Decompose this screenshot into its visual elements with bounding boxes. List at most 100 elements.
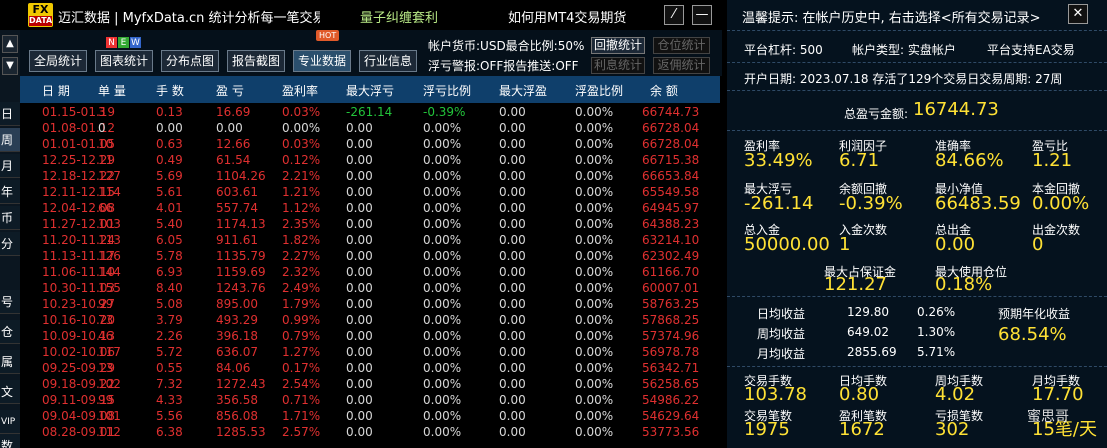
table-row[interactable]: 11.13-11.17 126 5.78 1135.79 2.27% 0.00 0.00% 0… (20, 248, 720, 264)
rebate-stats-button[interactable]: 返佣统计 (653, 57, 710, 74)
tab-week[interactable]: 周 (0, 128, 20, 152)
col-header-date[interactable]: 日 期 (42, 82, 70, 99)
table-cell: 0.00 (346, 345, 373, 359)
drawdown-stats-button[interactable]: 回撤统计 (591, 37, 645, 54)
tip-bar: 温馨提示: 在帐户历史中, 右击选择<所有交易记录> ✕ (727, 0, 1107, 30)
table-cell: 0.00 (499, 105, 526, 119)
tab-day[interactable]: 日 (0, 102, 20, 126)
minimize-button[interactable]: — (692, 5, 712, 25)
table-cell: 3.79 (156, 313, 183, 327)
table-row[interactable]: 12.11-12.15 114 5.61 603.61 1.21% 0.00 0.00% 0.… (20, 184, 720, 200)
table-row[interactable]: 10.16-10.20 73 3.79 493.29 0.99% 0.00 0.00% 0.0… (20, 312, 720, 328)
table-cell: 0.99% (282, 313, 321, 327)
interest-stats-button[interactable]: 利息统计 (591, 57, 645, 74)
tab-month[interactable]: 月 (0, 154, 20, 178)
table-cell: 4.01 (156, 201, 183, 215)
edit-button[interactable]: ⁄ (664, 5, 684, 25)
col-header-float-loss-ratio[interactable]: 浮亏比例 (423, 82, 471, 99)
open-date-info: 开户日期: 2023.07.18 存活了129个交易日交易周期: 27周 (744, 72, 1063, 86)
table-cell: 103 (98, 217, 121, 231)
table-cell: 0.00 (346, 233, 373, 247)
account-currency-info: 帐户货币:USD最合比例:50% (428, 39, 585, 53)
table-row[interactable]: 11.06-11.10 144 6.93 1159.69 2.32% 0.00 0.00% 0… (20, 264, 720, 280)
table-row[interactable]: 10.02-10.06 117 5.72 636.07 1.27% 0.00 0.00% 0.… (20, 344, 720, 360)
table-cell: 0.17% (282, 361, 321, 375)
table-cell: 4.33 (156, 393, 183, 407)
account-summary-panel: 温馨提示: 在帐户历史中, 右击选择<所有交易记录> ✕ 平台杠杆: 500 帐… (727, 0, 1107, 448)
col-header-profit-rate[interactable]: 盈利率 (282, 82, 318, 99)
table-cell: 356.58 (216, 393, 258, 407)
table-row[interactable]: 01.08-01.12 0 0.00 0.00 0.00% 0.00 0.00% 0.00 0.… (20, 120, 720, 136)
tab-currency[interactable]: 币 (0, 206, 20, 230)
table-cell: 2.57% (282, 425, 321, 439)
col-header-max-float-loss[interactable]: 最大浮亏 (346, 82, 394, 99)
tab-text[interactable]: 文 (0, 380, 20, 404)
table-row[interactable]: 09.25-09.29 13 0.55 84.06 0.17% 0.00 0.00% 0.00… (20, 360, 720, 376)
table-row[interactable]: 09.04-09.08 101 5.56 856.08 1.71% 0.00 0.00% 0.… (20, 408, 720, 424)
table-row[interactable]: 10.23-10.27 99 5.08 895.00 1.79% 0.00 0.00% 0.0… (20, 296, 720, 312)
close-button[interactable]: ✕ (1068, 4, 1088, 24)
chart-stats-button[interactable]: 图表统计 (95, 50, 153, 72)
scroll-down-icon[interactable]: ▼ (2, 57, 18, 75)
table-cell: 0.00 (346, 153, 373, 167)
table-cell: 99 (98, 297, 114, 311)
col-header-max-float-profit[interactable]: 最大浮盈 (499, 82, 547, 99)
tab-attribute[interactable]: 属 (0, 350, 20, 374)
table-row[interactable]: 01.01-01.05 10 0.63 12.66 0.03% 0.00 0.00% 0.00… (20, 136, 720, 152)
stat-value: 6.71 (839, 150, 880, 171)
scroll-up-icon[interactable]: ▲ (2, 35, 18, 53)
table-row[interactable]: 12.18-12.22 127 5.69 1104.26 2.21% 0.00 0.00% 0… (20, 168, 720, 184)
col-header-balance[interactable]: 余 额 (650, 82, 678, 99)
table-cell: 6.38 (156, 425, 183, 439)
tab-number[interactable]: 号 (0, 290, 20, 314)
distribution-chart-button[interactable]: 分布点图 (161, 50, 219, 72)
table-cell: 1.71% (282, 409, 321, 423)
report-screenshot-button[interactable]: 报告截图 (227, 50, 285, 72)
table-row[interactable]: 11.27-12.01 103 5.40 1174.13 2.35% 0.00 0.00% 0… (20, 216, 720, 232)
promo-link-mt4-futures[interactable]: 如何用MT4交易期货 (508, 7, 626, 26)
table-cell: 66728.04 (642, 121, 700, 135)
table-cell: 0.00% (423, 121, 462, 135)
table-row[interactable]: 09.11-09.15 99 4.33 356.58 0.71% 0.00 0.00% 0.0… (20, 392, 720, 408)
tab-year[interactable]: 年 (0, 180, 20, 204)
table-cell: 58763.25 (642, 297, 700, 311)
table-cell: 0.00% (423, 265, 462, 279)
table-row[interactable]: 01.15-01.19 3 0.13 16.69 0.03% -261.14 -0.39% 0… (20, 104, 720, 120)
table-row[interactable]: 08.28-09.01 112 6.38 1285.53 2.57% 0.00 0.00% 0… (20, 424, 720, 440)
col-header-orders[interactable]: 单 量 (98, 82, 126, 99)
table-row[interactable]: 12.25-12.29 11 0.49 61.54 0.12% 0.00 0.00% 0.00… (20, 152, 720, 168)
tab-position[interactable]: 仓 (0, 320, 20, 344)
tab-split[interactable]: 分 (0, 232, 20, 256)
col-header-pnl[interactable]: 盈 亏 (216, 82, 244, 99)
table-cell: 0.03% (282, 137, 321, 151)
position-stats-button[interactable]: 仓位统计 (653, 37, 710, 54)
industry-info-button[interactable]: 行业信息 (359, 50, 417, 72)
tab-vip[interactable]: VIP (0, 410, 20, 434)
tab-data[interactable]: 数 (0, 434, 20, 448)
table-row[interactable]: 10.09-10.13 46 2.26 396.18 0.79% 0.00 0.00% 0.0… (20, 328, 720, 344)
table-cell: 0.00% (423, 425, 462, 439)
table-cell: 0.00% (423, 217, 462, 231)
title-bar: FX DATA 迈汇数据 | MyfxData.cn 统计分析每一笔交易 量子纠… (0, 0, 722, 30)
table-row[interactable]: 10.30-11.03 155 8.40 1243.76 2.49% 0.00 0.00% 0… (20, 280, 720, 296)
global-stats-button[interactable]: 全局统计 (29, 50, 87, 72)
pro-data-button[interactable]: 专业数据 (293, 50, 351, 72)
table-cell: 0.00 (499, 393, 526, 407)
annual-return-value: 68.54% (998, 324, 1067, 345)
table-cell: 0.00 (499, 201, 526, 215)
table-row[interactable]: 11.20-11.24 113 6.05 911.61 1.82% 0.00 0.00% 0.… (20, 232, 720, 248)
leverage-info: 平台杠杆: 500 (744, 43, 823, 57)
table-cell: 1.79% (282, 297, 321, 311)
col-header-float-profit-ratio[interactable]: 浮盈比例 (575, 82, 623, 99)
table-row[interactable]: 09.18-09.22 102 7.32 1272.43 2.54% 0.00 0.00% 0… (20, 376, 720, 392)
promo-link-arbitrage[interactable]: 量子纠缠套利 (360, 7, 438, 26)
table-cell: 5.40 (156, 217, 183, 231)
stat-value: 0 (1032, 234, 1044, 255)
table-cell: 895.00 (216, 297, 258, 311)
table-cell: 0.00 (499, 425, 526, 439)
table-row[interactable]: 12.04-12.08 66 4.01 557.74 1.12% 0.00 0.00% 0.0… (20, 200, 720, 216)
table-cell: 54986.22 (642, 393, 700, 407)
col-header-lots[interactable]: 手 数 (156, 82, 184, 99)
table-cell: 0.00 (499, 409, 526, 423)
trade-stat-value: 103.78 (744, 384, 807, 405)
